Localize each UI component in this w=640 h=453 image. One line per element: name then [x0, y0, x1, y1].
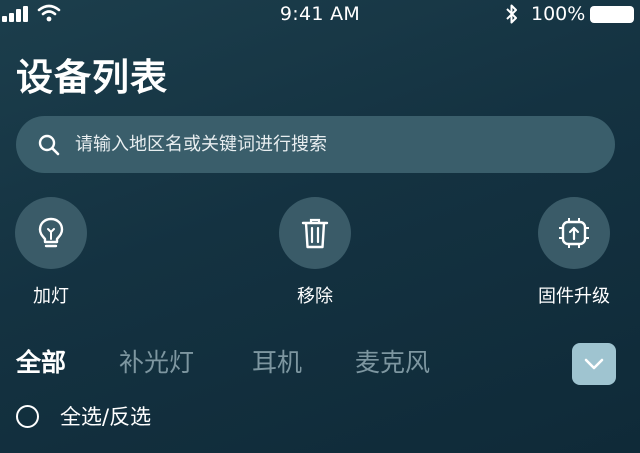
tab-microphone[interactable]: 麦克风	[355, 343, 430, 379]
tab-fill-light[interactable]: 补光灯	[119, 343, 194, 379]
status-bar: 9:41 AM 100%	[0, 0, 640, 28]
battery-icon	[590, 6, 634, 23]
select-all-label: 全选/反选	[60, 405, 152, 429]
add-light-label: 加灯	[33, 286, 69, 307]
tab-all[interactable]: 全部	[16, 343, 66, 379]
firmware-upgrade-icon-circle[interactable]	[538, 197, 610, 269]
remove-button[interactable]: 移除	[265, 197, 365, 308]
search-bar[interactable]	[16, 116, 615, 173]
battery-percent: 100%	[531, 3, 586, 25]
tab-headphones[interactable]: 耳机	[252, 343, 302, 379]
tabs-dropdown-button[interactable]	[572, 343, 616, 385]
chevron-down-icon	[584, 358, 604, 370]
remove-icon-circle[interactable]	[279, 197, 351, 269]
add-light-icon-circle[interactable]	[15, 197, 87, 269]
search-input[interactable]	[75, 116, 595, 173]
bluetooth-icon	[506, 4, 517, 24]
firmware-upgrade-label: 固件升级	[538, 286, 610, 307]
remove-label: 移除	[297, 286, 333, 307]
trash-icon	[301, 218, 329, 249]
firmware-upgrade-button[interactable]: 固件升级	[524, 197, 624, 308]
search-icon	[38, 134, 60, 156]
page-title: 设备列表	[16, 56, 168, 99]
add-light-button[interactable]: 加灯	[1, 197, 101, 308]
select-all-radio[interactable]	[16, 405, 39, 428]
firmware-upgrade-icon	[559, 218, 589, 248]
lightbulb-icon	[38, 217, 64, 248]
